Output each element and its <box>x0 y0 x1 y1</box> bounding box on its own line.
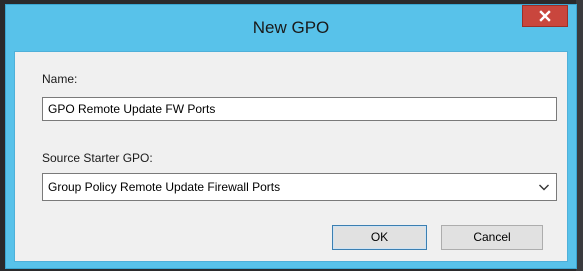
desktop-edge <box>576 0 583 271</box>
dialog-client-area: Name: GPO Remote Update FW Ports Source … <box>14 51 568 262</box>
cancel-button[interactable]: Cancel <box>441 225 543 250</box>
dialog-title: New GPO <box>252 18 330 37</box>
ok-button[interactable]: OK <box>332 225 427 250</box>
source-starter-gpo-selected: Group Policy Remote Update Firewall Port… <box>48 180 281 194</box>
name-label: Name: <box>42 72 78 86</box>
close-icon <box>539 10 551 22</box>
new-gpo-dialog: New GPO Name: GPO Remote Update FW Ports… <box>5 4 577 269</box>
name-input[interactable]: GPO Remote Update FW Ports <box>42 97 557 121</box>
source-starter-gpo-label: Source Starter GPO: <box>42 151 153 165</box>
source-starter-gpo-dropdown[interactable]: Group Policy Remote Update Firewall Port… <box>42 173 557 201</box>
chevron-down-icon <box>539 184 549 191</box>
title-bar[interactable]: New GPO <box>6 5 576 51</box>
close-button[interactable] <box>522 5 568 27</box>
